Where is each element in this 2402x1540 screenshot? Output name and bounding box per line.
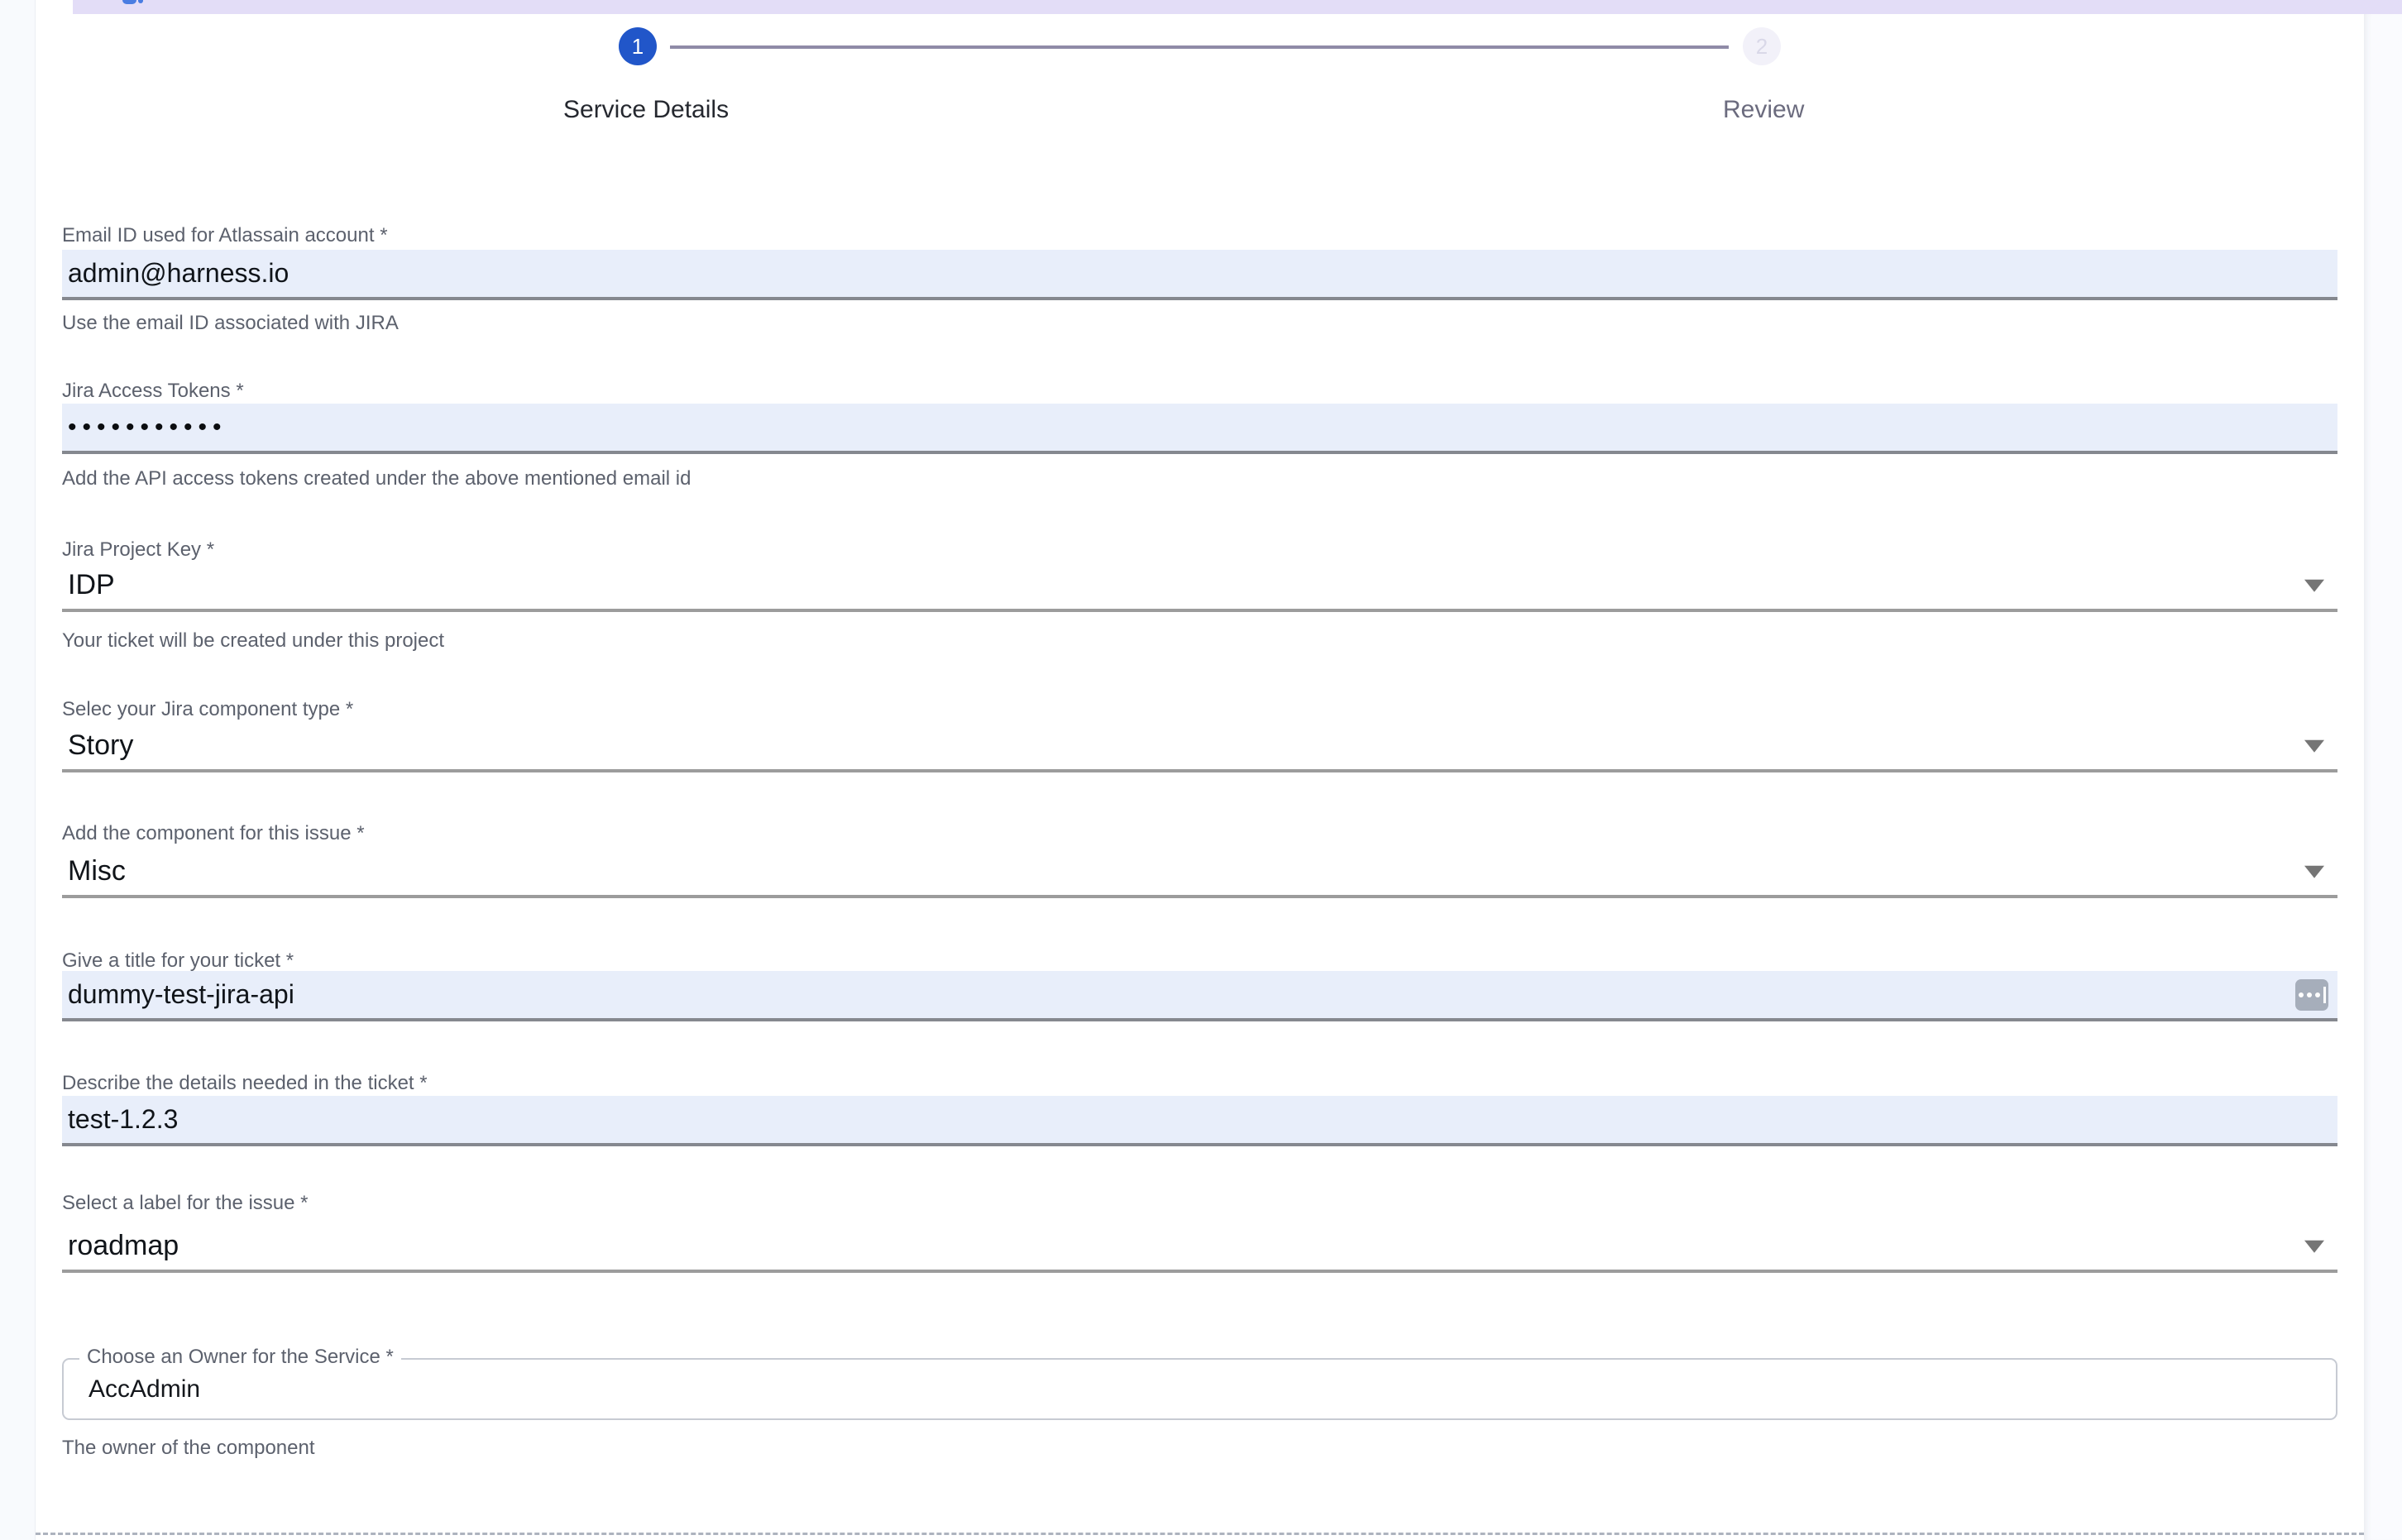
chevron-down-icon[interactable] (2304, 1241, 2324, 1253)
jira-project-key-select[interactable]: IDP (62, 561, 2337, 612)
stepper-step-2-label: Review (1723, 96, 1804, 124)
service-owner-input[interactable]: AccAdmin (62, 1358, 2337, 1420)
issue-label-label: Select a label for the issue * (62, 1192, 309, 1215)
workflow-header-bar (73, 0, 2402, 14)
issue-component-label: Add the component for this issue * (62, 822, 365, 845)
issue-label-value: roadmap (68, 1230, 179, 1262)
ticket-description-input[interactable]: test-1.2.3 (62, 1096, 2337, 1146)
page-left-gutter (0, 0, 36, 1540)
jira-project-key-helper: Your ticket will be created under this p… (62, 629, 444, 653)
stepper-connector-line (670, 45, 1729, 49)
stepper-step-1-label: Service Details (563, 96, 729, 124)
jira-access-tokens-input[interactable]: ••••••••••• (62, 404, 2337, 454)
service-owner-helper: The owner of the component (62, 1437, 315, 1460)
blue-logo-fragment-icon (122, 0, 136, 4)
email-field-label: Email ID used for Atlassain account * (62, 224, 388, 247)
page-right-gutter (2364, 14, 2402, 1540)
ticket-description-label: Describe the details needed in the ticke… (62, 1072, 428, 1095)
jira-project-key-value: IDP (68, 569, 115, 601)
section-dashed-divider (36, 1533, 2364, 1535)
ticket-title-label: Give a title for your ticket * (62, 949, 294, 973)
ticket-title-input[interactable]: dummy-test-jira-api (62, 971, 2337, 1021)
email-input[interactable]: admin@harness.io (62, 250, 2337, 300)
chevron-down-icon[interactable] (2304, 866, 2324, 878)
issue-component-select[interactable]: Misc (62, 847, 2337, 898)
stepper-step-2-badge[interactable]: 2 (1743, 27, 1781, 65)
issue-label-select[interactable]: roadmap (62, 1222, 2337, 1273)
chevron-down-icon[interactable] (2304, 580, 2324, 592)
stepper-step-1-badge[interactable]: 1 (619, 27, 657, 65)
jira-access-tokens-label: Jira Access Tokens * (62, 380, 244, 403)
email-field-helper: Use the email ID associated with JIRA (62, 312, 399, 335)
ellipsis-cursor-icon[interactable] (2295, 979, 2328, 1011)
chevron-down-icon[interactable] (2304, 740, 2324, 753)
service-owner-label: Choose an Owner for the Service * (79, 1346, 401, 1369)
jira-access-tokens-helper: Add the API access tokens created under … (62, 467, 691, 490)
jira-project-key-label: Jira Project Key * (62, 538, 214, 562)
issue-component-value: Misc (68, 855, 126, 887)
component-type-select[interactable]: Story (62, 721, 2337, 772)
ticket-title-value: dummy-test-jira-api (68, 979, 294, 1010)
component-type-label: Selec your Jira component type * (62, 698, 353, 721)
component-type-value: Story (68, 729, 133, 762)
